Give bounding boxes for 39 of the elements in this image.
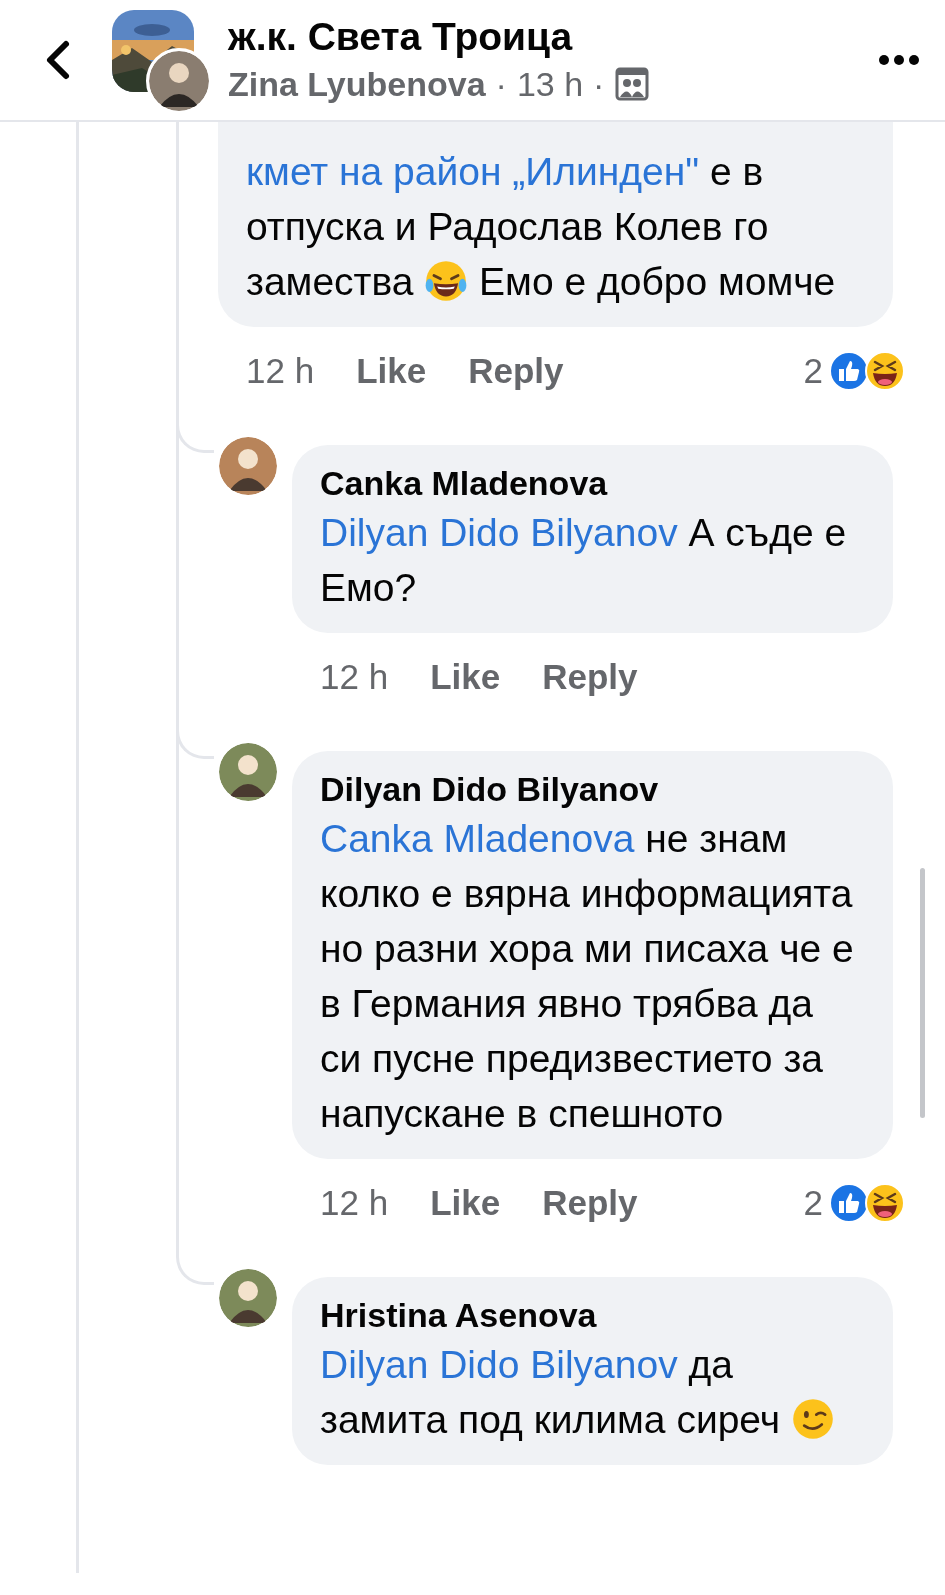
group-title[interactable]: ж.к. Света Троица (228, 14, 877, 60)
comment-text: Dilyan Dido Bilyanov А съде е Емо? (320, 510, 848, 611)
comment-time: 12 h (320, 657, 389, 697)
comment-author[interactable]: Dilyan Dido Bilyanov (320, 767, 865, 811)
comment-time: 12 h (320, 1183, 389, 1223)
winking-emoji-icon (790, 1397, 835, 1441)
thumbs-up-icon (829, 1183, 869, 1223)
mention-link[interactable]: Canka Mladenova (320, 817, 635, 860)
mention-link[interactable]: кмет на район „Илинден" (246, 150, 700, 193)
more-icon[interactable] (877, 53, 921, 67)
comment-text: кмет на район „Илинден" е в отпуска и Радослав Колев го замества Емо е добро момче (246, 149, 837, 305)
mention-link[interactable]: Dilyan Dido Bilyanov (320, 511, 678, 554)
post-author[interactable]: Zina Lyubenova (228, 62, 486, 106)
avatar[interactable] (219, 743, 277, 801)
laughing-emoji-icon (424, 259, 469, 303)
comment-author[interactable]: Canka Mladenova (320, 461, 865, 505)
thumbs-up-icon (829, 351, 869, 391)
like-link[interactable]: Like (356, 351, 427, 391)
avatar[interactable] (219, 437, 277, 495)
comment-text: Dilyan Dido Bilyanov да замита под килима сиреч (320, 1337, 865, 1447)
scrollbar[interactable] (920, 868, 925, 1118)
reaction-count: 2 (803, 351, 823, 391)
reply-link[interactable]: Reply (542, 1183, 638, 1223)
comment-time: 12 h (246, 351, 315, 391)
reply-link[interactable]: Reply (542, 657, 638, 697)
comment-text: Canka Mladenova не знам колко е вярна информацията но разни хора ми писаха че е в Германия явно трябва да си пусне предизвестието за напускане в спешното (320, 816, 855, 1137)
group-icon (614, 66, 651, 102)
separator-dot: · (593, 64, 605, 105)
like-link[interactable]: Like (430, 657, 501, 697)
post-time: 13 h (516, 64, 584, 105)
mention-link[interactable]: Dilyan Dido Bilyanov (320, 1343, 678, 1386)
like-link[interactable]: Like (430, 1183, 501, 1223)
laughing-emoji-icon (865, 1183, 905, 1223)
reply-link[interactable]: Reply (468, 351, 564, 391)
reaction-count: 2 (803, 1183, 823, 1223)
comment-author[interactable]: Hristina Asenova (320, 1293, 865, 1337)
avatar[interactable] (219, 1269, 277, 1327)
laughing-emoji-icon (865, 351, 905, 391)
separator-dot: · (495, 64, 507, 105)
